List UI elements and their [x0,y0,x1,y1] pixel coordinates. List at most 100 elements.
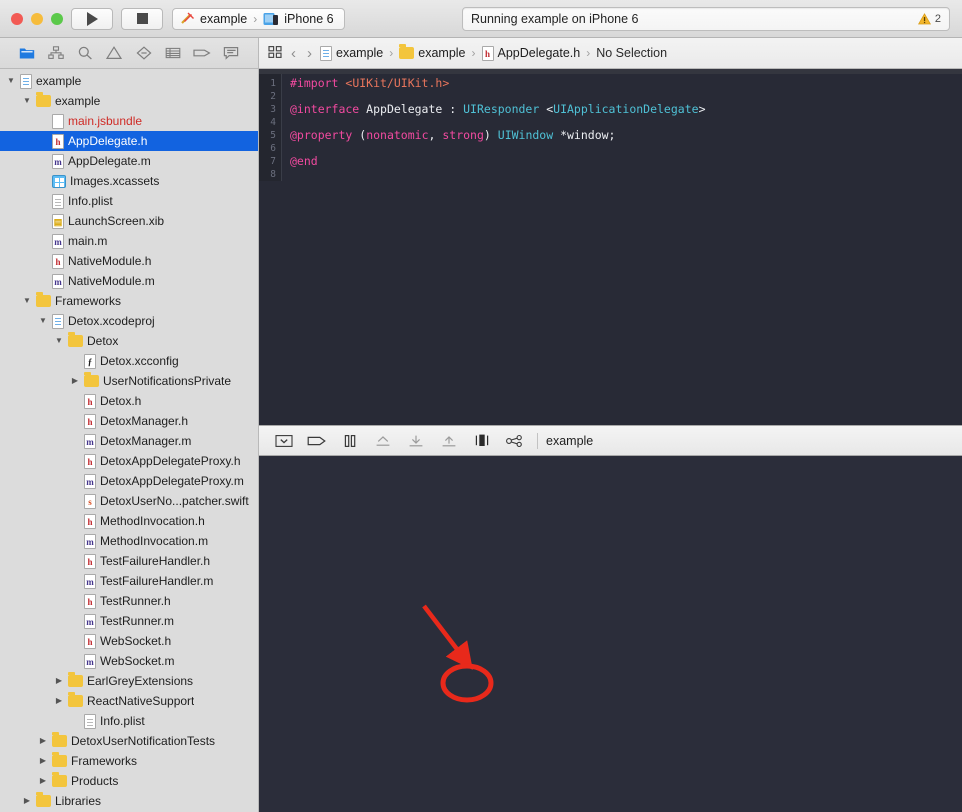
disclosure-triangle-icon[interactable]: ▼ [22,97,32,105]
project-navigator-icon[interactable] [17,44,37,62]
navigator-row[interactable]: ▼ Frameworks [0,291,258,311]
console-area[interactable] [259,456,962,812]
navigator-row[interactable]: m DetoxManager.m [0,431,258,451]
navigator-row[interactable]: Info.plist [0,191,258,211]
zoom-button[interactable] [51,12,63,25]
code-content[interactable]: #import <UIKit/UIKit.h> @interface AppDel… [282,74,962,181]
navigator-row[interactable]: ▶ UserNotificationsPrivate [0,371,258,391]
navigator-row[interactable]: Images.xcassets [0,171,258,191]
navigator-row[interactable]: h NativeModule.h [0,251,258,271]
navigator-row[interactable]: h TestFailureHandler.h [0,551,258,571]
disclosure-triangle-icon[interactable]: ▼ [6,77,16,85]
minimize-button[interactable] [31,12,43,25]
header-file-icon: h [52,133,64,149]
navigator-row[interactable]: m main.m [0,231,258,251]
stop-button[interactable] [121,7,163,30]
navigator-row[interactable]: h WebSocket.h [0,631,258,651]
simulate-location-icon[interactable] [498,431,531,451]
navigator-row[interactable]: m TestFailureHandler.m [0,571,258,591]
breadcrumb-project[interactable]: example [320,45,383,61]
breakpoint-navigator-icon[interactable] [192,44,212,62]
test-navigator-icon[interactable] [134,44,154,62]
line-number: 7 [270,156,276,167]
report-navigator-icon[interactable] [221,44,241,62]
find-navigator-icon[interactable] [75,44,95,62]
pause-continue-icon[interactable] [333,431,366,451]
disclosure-triangle-icon[interactable]: ▶ [38,757,48,765]
symbol-navigator-icon[interactable] [46,44,66,62]
title-bar: example › iPhone 6 Running example on iP… [0,0,962,38]
navigator-row[interactable]: ▶ DetoxUserNotificationTests [0,731,258,751]
disclosure-triangle-icon[interactable]: ▶ [22,797,32,805]
navigator-row[interactable]: ƒ Detox.xcconfig [0,351,258,371]
navigator-row[interactable]: m AppDelegate.m [0,151,258,171]
project-file-icon [20,73,32,89]
navigator-row[interactable]: ▼ Detox.xcodeproj [0,311,258,331]
navigator-row[interactable]: s DetoxUserNo...patcher.swift [0,491,258,511]
header-file-icon: h [481,45,494,61]
breadcrumb-file[interactable]: h AppDelegate.h [481,45,580,61]
navigator-row[interactable]: m WebSocket.m [0,651,258,671]
navigator-row[interactable]: main.jsbundle [0,111,258,131]
navigator-row[interactable]: ▼ Detox [0,331,258,351]
disclosure-triangle-icon[interactable]: ▶ [54,697,64,705]
run-button[interactable] [71,7,113,30]
debug-view-hierarchy-icon[interactable] [465,431,498,451]
step-over-icon[interactable] [366,431,399,451]
navigator-row[interactable]: ▼ example [0,91,258,111]
navigator-row[interactable]: h TestRunner.h [0,591,258,611]
navigator-row[interactable]: ▶ Frameworks [0,751,258,771]
navigator-row-label: LaunchScreen.xib [68,214,165,228]
navigator-row[interactable]: h Detox.h [0,391,258,411]
code-line: @interface AppDelegate : UIResponder <UI… [290,103,962,116]
go-forward-button[interactable]: › [304,45,315,62]
line-number: 2 [270,91,276,102]
navigator-row[interactable]: m NativeModule.m [0,271,258,291]
navigator-row[interactable]: ▶ Libraries [0,791,258,811]
navigator-row[interactable]: m DetoxAppDelegateProxy.m [0,471,258,491]
close-button[interactable] [11,12,23,25]
breadcrumb-group[interactable]: example [399,44,466,60]
disclosure-triangle-icon[interactable]: ▼ [38,317,48,325]
navigator-row[interactable]: ▼ example [0,71,258,91]
breadcrumb-selection[interactable]: No Selection [596,46,667,60]
disclosure-triangle-icon[interactable]: ▶ [54,677,64,685]
breadcrumb-separator: › [471,46,476,60]
source-editor[interactable]: 1 2 3 4 5 6 7 8 #import <UIKit/UIKit.h> @interfa… [259,69,962,425]
project-file-icon [52,313,64,329]
navigator-row[interactable]: ▤ LaunchScreen.xib [0,211,258,231]
navigator-row[interactable]: ▶ ReactNativeSupport [0,691,258,711]
navigator-row[interactable]: m TestRunner.m [0,611,258,631]
navigator-row[interactable]: h DetoxAppDelegateProxy.h [0,451,258,471]
navigator-row[interactable]: ▶ EarlGreyExtensions [0,671,258,691]
activate-breakpoints-icon[interactable] [300,431,333,451]
status-badge[interactable]: 2 [917,12,941,25]
related-items-icon[interactable] [268,45,283,62]
header-file-icon: h [84,593,96,609]
debug-process-label[interactable]: example [546,434,593,448]
disclosure-triangle-icon[interactable]: ▶ [38,777,48,785]
implementation-file-icon: m [84,613,96,629]
disclosure-triangle-icon[interactable]: ▼ [22,297,32,305]
step-into-icon[interactable] [399,431,432,451]
warning-triangle-icon [917,12,931,24]
issue-navigator-icon[interactable] [104,44,124,62]
debug-navigator-icon[interactable] [163,44,183,62]
navigator-row-label: MethodInvocation.h [100,514,205,528]
navigator-row[interactable]: m MethodInvocation.m [0,531,258,551]
disclosure-triangle-icon[interactable]: ▼ [54,337,64,345]
navigator-row[interactable]: Info.plist [0,711,258,731]
navigator-row[interactable]: ▶ Products [0,771,258,791]
go-back-button[interactable]: ‹ [288,45,299,62]
navigator-row[interactable]: h AppDelegate.h [0,131,258,151]
step-out-icon[interactable] [432,431,465,451]
hide-debug-area-icon[interactable] [267,431,300,451]
navigator-row[interactable]: h MethodInvocation.h [0,511,258,531]
project-navigator[interactable]: ▼ example ▼ example main.jsbundle h AppDelegat… [0,69,259,812]
navigator-row[interactable]: h DetoxManager.h [0,411,258,431]
navigator-row-label: TestFailureHandler.m [100,574,214,588]
scheme-destination-selector[interactable]: example › iPhone 6 [172,7,345,30]
disclosure-triangle-icon[interactable]: ▶ [38,737,48,745]
disclosure-triangle-icon[interactable]: ▶ [70,377,80,385]
